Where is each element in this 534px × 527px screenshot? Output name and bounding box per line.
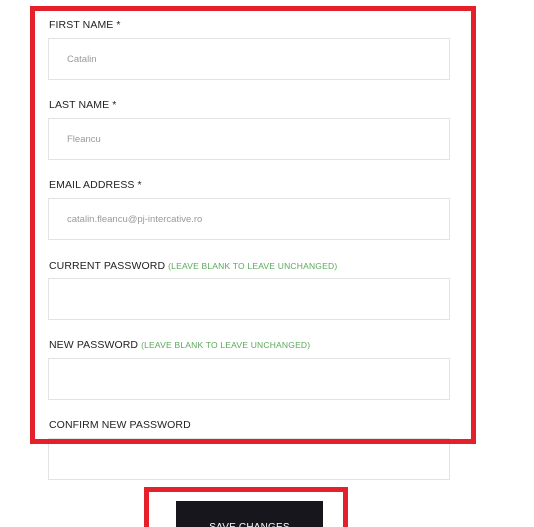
form-highlight-box (30, 6, 476, 444)
confirm-password-input[interactable] (48, 438, 450, 480)
account-details-page: FIRST NAME * LAST NAME * EMAIL ADDRESS *… (0, 0, 534, 527)
save-button-highlight-box (144, 487, 348, 527)
